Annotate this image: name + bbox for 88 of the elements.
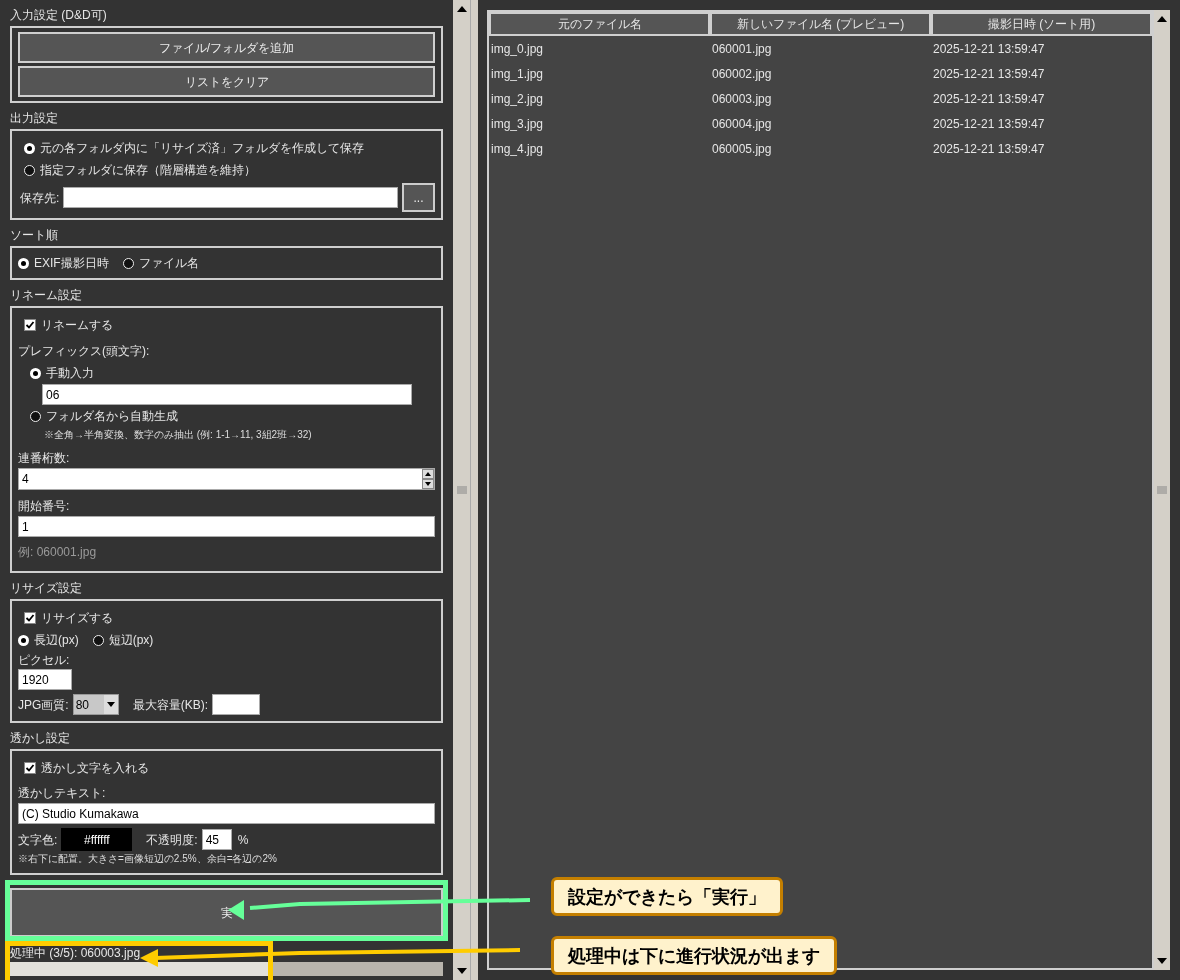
field-label: % xyxy=(237,831,249,849)
dropdown-caret-icon[interactable] xyxy=(103,695,118,714)
checkbox-label: リネームする xyxy=(41,317,113,334)
radio-button[interactable] xyxy=(122,257,134,269)
section-title: 出力設定 xyxy=(10,110,59,127)
table-cell-text: 060002.jpg xyxy=(711,65,773,83)
field-label: 最大容量(KB): xyxy=(132,696,208,714)
quality-dropdown[interactable]: 80 xyxy=(72,694,119,715)
hint-text: ※右下に配置。大きさ=画像短辺の2.5%、余白=各辺の2% xyxy=(18,852,278,866)
column-header[interactable]: 撮影日時 (ソート用) xyxy=(931,12,1152,36)
input-field[interactable]: 06 xyxy=(42,384,412,405)
table-cell-text: 2025-12-21 13:59:47 xyxy=(932,90,1046,108)
callout: 設定ができたら「実行」 xyxy=(551,877,783,916)
section-title: ソート順 xyxy=(10,227,59,244)
radio-label: EXIF撮影日時 xyxy=(34,255,109,272)
color-swatch[interactable]: #ffffff xyxy=(61,828,133,851)
table-cell-text: 060005.jpg xyxy=(711,140,773,158)
section-title: 入力設定 (D&D可) xyxy=(10,7,108,24)
field-label: JPG画質: xyxy=(18,696,69,714)
radio-label: 元の各フォルダ内に「リサイズ済」フォルダを作成して保存 xyxy=(40,140,364,157)
action-button[interactable]: ファイル/フォルダを追加 xyxy=(18,32,435,63)
table-cell-text: 2025-12-21 13:59:47 xyxy=(932,115,1046,133)
callout: 処理中は下に進行状況が出ます xyxy=(551,936,837,975)
action-button[interactable]: リストをクリア xyxy=(18,66,435,97)
table-cell-text: img_2.jpg xyxy=(490,90,545,108)
radio-button[interactable] xyxy=(18,634,29,646)
table-cell-text: 060003.jpg xyxy=(711,90,773,108)
field-label: 開始番号: xyxy=(18,498,71,515)
scroll-up-icon[interactable] xyxy=(456,5,467,13)
field-label: 保存先: xyxy=(20,189,60,207)
section-title: リサイズ設定 xyxy=(10,580,83,597)
radio-label: 指定フォルダに保存（階層構造を維持） xyxy=(40,162,256,179)
table-cell-text: img_0.jpg xyxy=(490,40,545,58)
radio-label: 短辺(px) xyxy=(108,632,154,649)
field-label: 透かしテキスト: xyxy=(18,785,107,802)
radio-button[interactable] xyxy=(24,164,35,176)
radio-button[interactable] xyxy=(30,367,41,379)
column-header[interactable]: 元のファイル名 xyxy=(489,12,710,36)
checkbox-label: リサイズする xyxy=(41,610,113,627)
status-text: 処理中 (3/5): 060003.jpg xyxy=(10,945,141,962)
input-field[interactable] xyxy=(212,694,260,715)
table-cell-text: 2025-12-21 13:59:47 xyxy=(932,65,1046,83)
table-cell-text: img_4.jpg xyxy=(490,140,545,158)
checkbox[interactable] xyxy=(24,319,36,331)
radio-button[interactable] xyxy=(18,257,29,269)
checkbox[interactable] xyxy=(24,762,36,774)
radio-label: 手動入力 xyxy=(46,365,94,382)
table-cell-text: img_3.jpg xyxy=(490,115,545,133)
field-label: 連番桁数: xyxy=(18,450,71,467)
hint-text: ※全角→半角変換、数字のみ抽出 (例: 1-1→11, 3組2班→32) xyxy=(43,428,313,442)
checkbox-label: 透かし文字を入れる xyxy=(41,760,149,777)
table-cell-text: img_1.jpg xyxy=(490,65,545,83)
number-spinner[interactable]: 4 xyxy=(18,468,435,490)
table-cell-text: 2025-12-21 13:59:47 xyxy=(932,40,1046,58)
radio-label: ファイル名 xyxy=(138,255,199,272)
input-field[interactable]: 1 xyxy=(18,516,435,537)
column-header[interactable]: 新しいファイル名 (プレビュー) xyxy=(710,12,931,36)
table-cell-text: 060001.jpg xyxy=(711,40,773,58)
table-cell-text: 060004.jpg xyxy=(711,115,773,133)
input-field[interactable] xyxy=(63,187,398,208)
table-cell-text: 2025-12-21 13:59:47 xyxy=(932,140,1046,158)
scroll-down-icon[interactable] xyxy=(456,967,467,975)
browse-button[interactable]: ... xyxy=(402,183,435,212)
scrollbar[interactable] xyxy=(453,0,470,980)
radio-button[interactable] xyxy=(24,142,35,154)
section-title: リネーム設定 xyxy=(10,287,83,304)
input-field[interactable]: 45 xyxy=(201,829,232,850)
scrollbar[interactable] xyxy=(1154,10,1170,970)
scroll-down-icon[interactable] xyxy=(1157,957,1167,965)
checkbox[interactable] xyxy=(24,612,36,624)
field-label: ピクセル: xyxy=(18,652,71,669)
section-title: 透かし設定 xyxy=(10,730,71,747)
input-field[interactable]: (C) Studio Kumakawa xyxy=(18,803,435,824)
dropdown-value: 80 xyxy=(75,696,90,714)
example-text: 例: 060001.jpg xyxy=(18,544,98,561)
field-label: プレフィックス(頭文字): xyxy=(18,343,151,360)
radio-label: 長辺(px) xyxy=(34,632,79,649)
field-label: 不透明度: xyxy=(146,831,198,849)
input-field[interactable]: 1920 xyxy=(18,669,72,690)
radio-button[interactable] xyxy=(92,634,104,646)
grip-icon[interactable] xyxy=(456,486,467,494)
radio-button[interactable] xyxy=(30,410,41,422)
spinner-arrows-icon[interactable] xyxy=(422,469,434,489)
field-label: 文字色: xyxy=(18,831,58,849)
grip-icon[interactable] xyxy=(1157,486,1167,494)
spinner-value: 4 xyxy=(22,471,29,488)
radio-label: フォルダ名から自動生成 xyxy=(46,408,178,425)
scroll-up-icon[interactable] xyxy=(1157,15,1167,23)
